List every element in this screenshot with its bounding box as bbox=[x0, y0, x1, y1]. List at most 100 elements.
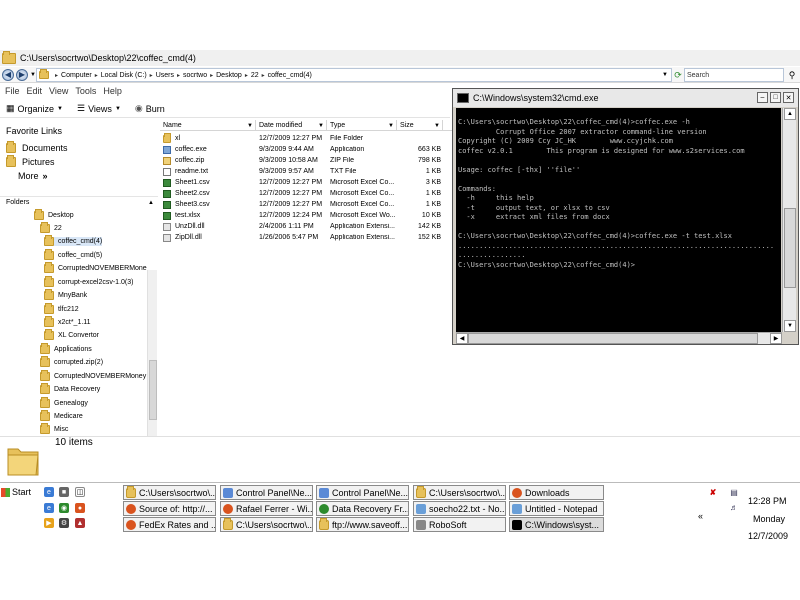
burn-button[interactable]: ◉ Burn bbox=[135, 103, 165, 114]
tree-item-genealogy[interactable]: Genealogy bbox=[40, 397, 88, 408]
clock-day[interactable]: Monday bbox=[753, 514, 785, 524]
show-hidden-icons-button[interactable]: « bbox=[698, 511, 703, 521]
clock-time[interactable]: 12:28 PM bbox=[748, 496, 787, 506]
menu-tools[interactable]: Tools bbox=[75, 86, 96, 96]
console-output[interactable]: C:\Users\socrtwo\Desktop\22\coffec_cmd(4… bbox=[456, 108, 781, 332]
scrollbar-thumb[interactable] bbox=[149, 360, 157, 420]
folders-header[interactable]: Folders ▲ bbox=[0, 196, 158, 208]
file-row[interactable]: test.xlsx 12/7/2009 12:24 PM Microsoft E… bbox=[160, 210, 452, 221]
tree-item-corrupted-zip[interactable]: corrupted.zip(2) bbox=[40, 356, 103, 367]
quick-launch-media-icon[interactable]: ▶ bbox=[44, 518, 54, 528]
close-button[interactable]: ✕ bbox=[783, 92, 794, 103]
taskbar-button-untitled-notepad[interactable]: Untitled - Notepad bbox=[509, 501, 604, 516]
breadcrumb-users[interactable]: ▸ Users bbox=[150, 72, 174, 79]
taskbar-button-cmd[interactable]: C:\Windows\syst... bbox=[509, 517, 604, 532]
quick-launch-misc-icon[interactable]: ▲ bbox=[75, 518, 85, 528]
scroll-down-icon[interactable]: ▼ bbox=[784, 320, 796, 332]
tree-item-corrupt-excel2csv[interactable]: corrupt-excel2csv-1.0(3) bbox=[44, 276, 133, 287]
column-header-size[interactable]: Size ▼ bbox=[397, 120, 443, 131]
breadcrumb-desktop[interactable]: ▸ Desktop bbox=[210, 72, 242, 79]
taskbar-button-explorer-1[interactable]: C:\Users\socrtwo\... bbox=[123, 485, 216, 500]
cmd-vertical-scrollbar[interactable]: ▲ ▼ bbox=[782, 108, 796, 332]
tree-item-corruptednovembermoney[interactable]: CorruptedNOVEMBERMoney bbox=[40, 370, 146, 381]
tree-item-corruptednovembermone[interactable]: CorruptedNOVEMBERMone bbox=[44, 262, 147, 273]
organize-button[interactable]: ▦ Organize ▼ bbox=[6, 103, 63, 114]
tree-item-coffec-cmd-5[interactable]: coffec_cmd(5) bbox=[44, 249, 102, 260]
forward-button[interactable]: ▶ bbox=[16, 68, 28, 81]
volume-icon[interactable]: ♬ bbox=[729, 502, 739, 512]
start-button[interactable]: Start bbox=[1, 485, 35, 499]
favorite-pictures[interactable]: Pictures bbox=[6, 155, 55, 167]
quick-launch-browser-icon[interactable]: e bbox=[44, 503, 54, 513]
taskbar-button-robosoft[interactable]: RoboSoft bbox=[413, 517, 506, 532]
tree-item-x2ct[interactable]: x2ct*_1.11 bbox=[44, 316, 91, 327]
menu-view[interactable]: View bbox=[49, 86, 68, 96]
quick-launch-settings-icon[interactable]: ⚙ bbox=[59, 518, 69, 528]
column-header-type[interactable]: Type ▼ bbox=[327, 120, 397, 131]
file-row[interactable]: readme.txt 9/3/2009 9:57 AM TXT File 1 K… bbox=[160, 166, 452, 177]
file-row[interactable]: UnzDll.dll 2/4/2006 1:11 PM Application … bbox=[160, 221, 452, 232]
search-input[interactable]: Search bbox=[684, 68, 784, 82]
tree-item-desktop[interactable]: Desktop bbox=[34, 209, 74, 220]
clock-date[interactable]: 12/7/2009 bbox=[748, 531, 788, 541]
taskbar-button-source[interactable]: Source of: http://... bbox=[123, 501, 216, 516]
tree-item-mnybank[interactable]: MnyBank bbox=[44, 289, 87, 300]
refresh-icon[interactable]: ⟳ bbox=[672, 68, 684, 82]
tree-item-data-recovery[interactable]: Data Recovery bbox=[40, 383, 100, 394]
menu-file[interactable]: File bbox=[5, 86, 20, 96]
search-icon[interactable]: ⚲ bbox=[786, 69, 798, 81]
scrollbar-thumb[interactable] bbox=[468, 333, 758, 344]
tree-item-xl-convertor[interactable]: XL Convertor bbox=[44, 329, 99, 340]
column-header-date[interactable]: Date modified ▼ bbox=[256, 120, 327, 131]
menu-edit[interactable]: Edit bbox=[27, 86, 43, 96]
cmd-horizontal-scrollbar[interactable]: ◀ ▶ bbox=[456, 332, 782, 344]
taskbar-button-ftp[interactable]: ftp://www.saveoff... bbox=[316, 517, 409, 532]
cmd-titlebar[interactable]: C:\Windows\system32\cmd.exe bbox=[453, 89, 798, 107]
scrollbar-thumb[interactable] bbox=[784, 208, 796, 288]
taskbar-button-fedex[interactable]: FedEx Rates and ... bbox=[123, 517, 216, 532]
breadcrumb-computer[interactable]: ▸ Computer bbox=[55, 72, 92, 79]
file-row[interactable]: Sheet3.csv 12/7/2009 12:27 PM Microsoft … bbox=[160, 199, 452, 210]
quick-launch-tool-icon[interactable]: ◉ bbox=[59, 503, 69, 513]
taskbar-button-explorer-2[interactable]: C:\Users\socrtwo\... bbox=[413, 485, 506, 500]
breadcrumb-local-disk[interactable]: ▸ Local Disk (C:) bbox=[95, 72, 147, 79]
back-button[interactable]: ◀ bbox=[2, 68, 14, 81]
breadcrumb-socrtwo[interactable]: ▸ socrtwo bbox=[177, 72, 207, 79]
taskbar-button-explorer-3[interactable]: C:\Users\socrtwo\... bbox=[220, 517, 313, 532]
favorite-more[interactable]: More » bbox=[18, 171, 48, 181]
breadcrumb-coffec-cmd[interactable]: ▸ coffec_cmd(4) bbox=[262, 72, 312, 79]
file-row[interactable]: coffec.zip 9/3/2009 10:58 AM ZIP File 79… bbox=[160, 155, 452, 166]
network-icon[interactable]: ▤ bbox=[729, 487, 739, 497]
minimize-button[interactable]: – bbox=[757, 92, 768, 103]
tree-item-coffec-cmd-4[interactable]: coffec_cmd(4) bbox=[44, 235, 103, 246]
tree-item-medicare[interactable]: Medicare bbox=[40, 410, 83, 421]
quick-launch-firefox-icon[interactable]: ● bbox=[75, 503, 85, 513]
tree-item-applications[interactable]: Applications bbox=[40, 343, 92, 354]
column-header-name[interactable]: Name ▼ bbox=[160, 120, 256, 131]
file-row[interactable]: coffec.exe 9/3/2009 9:44 AM Application … bbox=[160, 144, 452, 155]
menu-help[interactable]: Help bbox=[103, 86, 122, 96]
taskbar-button-downloads[interactable]: Downloads bbox=[509, 485, 604, 500]
scroll-right-icon[interactable]: ▶ bbox=[770, 333, 782, 344]
quick-launch-app-icon[interactable]: ■ bbox=[59, 487, 69, 497]
quick-launch-ie-icon[interactable]: e bbox=[44, 487, 54, 497]
file-row[interactable]: Sheet2.csv 12/7/2009 12:27 PM Microsoft … bbox=[160, 188, 452, 199]
tree-item-misc[interactable]: Misc bbox=[40, 423, 68, 434]
maximize-button[interactable]: □ bbox=[770, 92, 781, 103]
security-alert-icon[interactable]: ✘ bbox=[708, 487, 718, 497]
taskbar-button-rafael-ferrer[interactable]: Rafael Ferrer - Wi... bbox=[220, 501, 313, 516]
file-row[interactable]: Sheet1.csv 12/7/2009 12:27 PM Microsoft … bbox=[160, 177, 452, 188]
taskbar-button-soecho22[interactable]: soecho22.txt - No... bbox=[413, 501, 506, 516]
address-field[interactable]: ▸ Computer ▸ Local Disk (C:) ▸ Users ▸ socrt… bbox=[36, 68, 672, 82]
breadcrumb-22[interactable]: ▸ 22 bbox=[245, 72, 259, 79]
quick-launch-show-desktop-icon[interactable]: ◫ bbox=[75, 487, 85, 497]
address-dropdown-icon[interactable]: ▼ bbox=[662, 72, 668, 78]
favorite-documents[interactable]: Documents bbox=[6, 141, 68, 153]
scroll-left-icon[interactable]: ◀ bbox=[456, 333, 468, 344]
tree-item-tlfc212[interactable]: tlfc212 bbox=[44, 303, 79, 314]
file-row[interactable]: xl 12/7/2009 12:27 PM File Folder bbox=[160, 132, 452, 144]
taskbar-button-control-panel-1[interactable]: Control Panel\Ne... bbox=[220, 485, 313, 500]
scroll-up-icon[interactable]: ▲ bbox=[784, 108, 796, 120]
taskbar-button-data-recovery[interactable]: Data Recovery Fr... bbox=[316, 501, 409, 516]
taskbar-button-control-panel-2[interactable]: Control Panel\Ne... bbox=[316, 485, 409, 500]
